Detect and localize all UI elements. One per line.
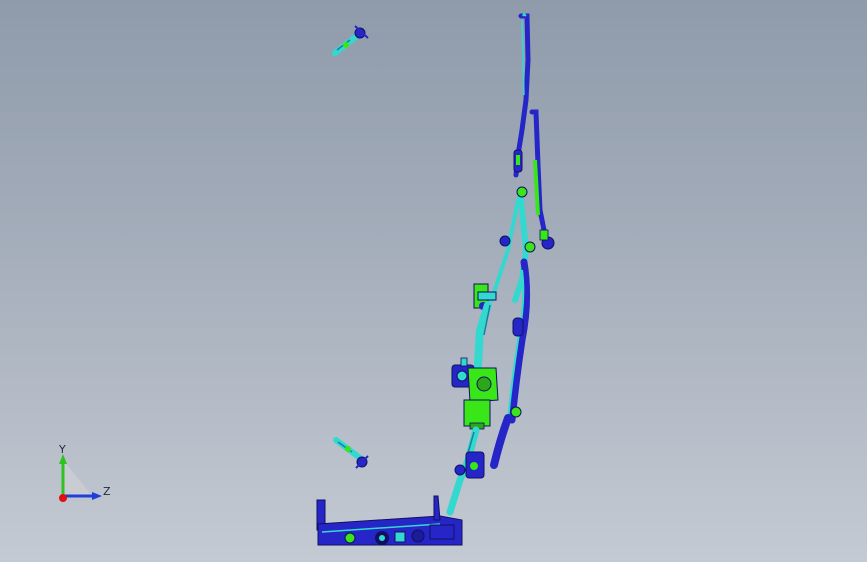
washer-nozzle-bottom[interactable]: [333, 437, 369, 469]
wiper-assembly-model[interactable]: [0, 0, 867, 562]
y-axis-label: Y: [59, 443, 66, 456]
orientation-triad: Y Z: [48, 440, 128, 510]
wiper-arm-short[interactable]: [529, 109, 555, 250]
washer-nozzle-top[interactable]: [332, 25, 369, 56]
z-axis-arrow-icon: [92, 492, 102, 500]
wiper-arm-long[interactable]: [513, 12, 531, 178]
mounting-base[interactable]: [316, 495, 463, 546]
linkage-curved[interactable]: [490, 258, 531, 469]
pivot-bracket[interactable]: [473, 283, 497, 369]
triad-plane: [63, 460, 92, 496]
3d-viewport[interactable]: Y Z: [0, 0, 867, 562]
z-axis-label: Z: [103, 485, 111, 498]
x-axis-dot-icon: [59, 494, 67, 502]
linkage-lower[interactable]: [446, 426, 485, 516]
wiper-motor[interactable]: [451, 357, 499, 430]
